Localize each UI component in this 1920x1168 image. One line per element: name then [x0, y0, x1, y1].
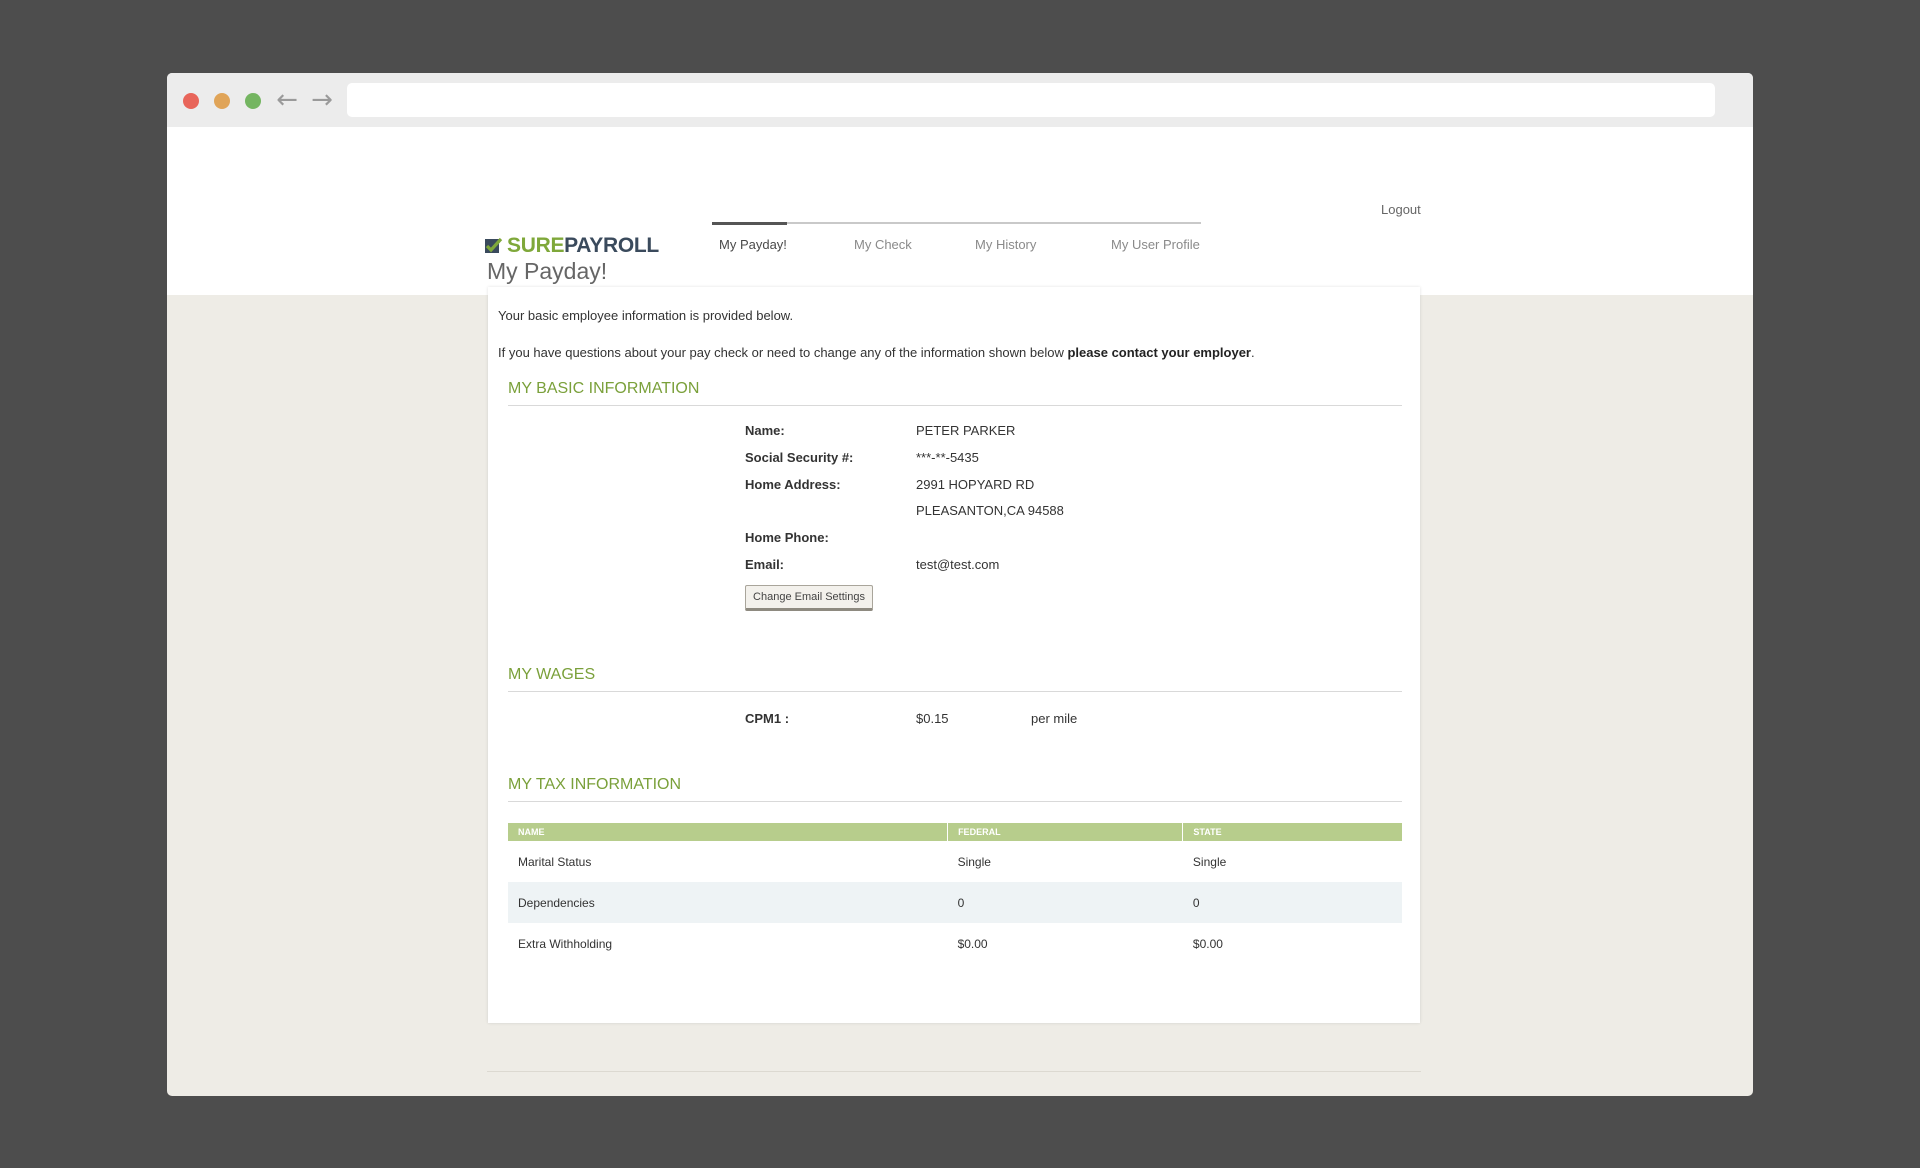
- wage-value: $0.15: [916, 711, 949, 726]
- change-email-settings-button[interactable]: Change Email Settings: [745, 585, 873, 611]
- browser-toolbar: ← →: [167, 73, 1753, 127]
- tax-row-state: $0.00: [1192, 936, 1223, 951]
- surepayroll-logo[interactable]: SUREPAYROLL: [485, 233, 659, 259]
- tab-my-payday[interactable]: My Payday!: [719, 237, 787, 252]
- footer-divider: [487, 1071, 1421, 1072]
- ssn-label: Social Security #:: [745, 450, 854, 465]
- main-nav-tabs: My Payday! My Check My History My User P…: [712, 222, 1201, 264]
- tab-my-history[interactable]: My History: [975, 237, 1036, 252]
- basic-info-heading: MY BASIC INFORMATION: [508, 380, 1402, 406]
- forward-arrow-icon[interactable]: →: [309, 85, 335, 115]
- back-arrow-icon[interactable]: ←: [274, 85, 300, 115]
- column-header-state: STATE: [1182, 823, 1402, 841]
- home-address-label: Home Address:: [745, 477, 841, 492]
- page-title: My Payday!: [487, 258, 608, 285]
- content-card: Your basic employee information is provi…: [488, 287, 1420, 1023]
- table-row: Dependencies 0 0: [508, 882, 1402, 923]
- tax-row-name: Dependencies: [508, 882, 948, 923]
- tax-row-federal: 0: [947, 882, 1183, 923]
- tax-row-name: Marital Status: [518, 854, 592, 869]
- tab-my-check[interactable]: My Check: [854, 237, 912, 252]
- close-window-button[interactable]: [183, 93, 199, 109]
- tax-row-state: 0: [1182, 882, 1402, 923]
- contact-employer-text: please contact your employer: [1067, 345, 1251, 360]
- home-address-line2: PLEASANTON,CA 94588: [916, 503, 1064, 518]
- intro-text: Your basic employee information is provi…: [498, 308, 794, 323]
- address-bar[interactable]: [347, 83, 1715, 117]
- wages-heading: MY WAGES: [508, 666, 1402, 692]
- logout-link[interactable]: Logout: [1381, 202, 1421, 217]
- logo-payroll-text: PAYROLL: [564, 234, 659, 257]
- ssn-value: ***-**-5435: [916, 450, 979, 465]
- logo-text: SUREPAYROLL: [507, 234, 659, 258]
- active-tab-indicator: [712, 222, 787, 225]
- column-header-federal: FEDERAL: [947, 823, 1184, 841]
- tax-info-heading: MY TAX INFORMATION: [508, 776, 1402, 802]
- name-label: Name:: [745, 423, 785, 438]
- email-label: Email:: [745, 557, 785, 572]
- tax-row-federal: Single: [957, 854, 991, 869]
- tax-table: NAME FEDERAL STATE Marital Status Single…: [508, 823, 1402, 964]
- wage-label: CPM1 :: [745, 711, 790, 726]
- name-value: PETER PARKER: [916, 423, 1016, 438]
- contact-note: If you have questions about your pay che…: [498, 345, 1255, 360]
- checkmark-logo-icon: [485, 237, 503, 253]
- browser-window: ← → Logout SUREPAYROLL My Payday! My Che…: [167, 73, 1753, 1096]
- tax-row-name: Extra Withholding: [518, 936, 613, 951]
- tax-row-federal: $0.00: [957, 936, 988, 951]
- tax-row-state: Single: [1192, 854, 1227, 869]
- table-row: Extra Withholding $0.00 $0.00: [508, 923, 1402, 964]
- home-address-line1: 2991 HOPYARD RD: [916, 477, 1035, 492]
- home-phone-label: Home Phone:: [745, 530, 829, 545]
- wage-unit: per mile: [1031, 711, 1078, 726]
- minimize-window-button[interactable]: [214, 93, 230, 109]
- site-header: Logout SUREPAYROLL My Payday! My Check M…: [167, 127, 1753, 295]
- tax-table-header-row: NAME FEDERAL STATE: [508, 823, 1402, 841]
- maximize-window-button[interactable]: [245, 93, 261, 109]
- table-row: Marital Status Single Single: [508, 841, 1402, 882]
- contact-note-prefix: If you have questions about your pay che…: [498, 345, 1068, 360]
- logo-sure-text: SURE: [507, 234, 565, 257]
- email-value: test@test.com: [916, 557, 1000, 572]
- column-header-name: NAME: [508, 823, 949, 841]
- contact-note-suffix: .: [1251, 345, 1255, 360]
- tab-my-user-profile[interactable]: My User Profile: [1111, 237, 1200, 252]
